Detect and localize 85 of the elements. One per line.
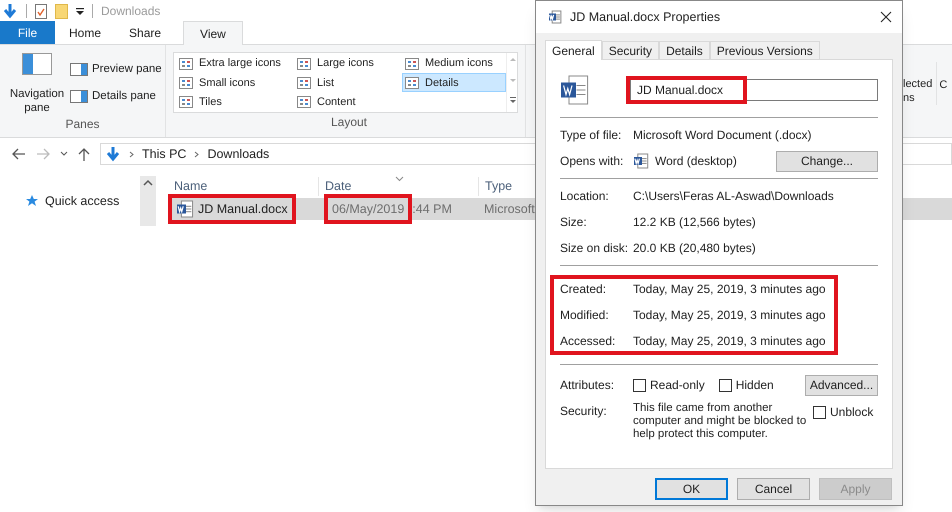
close-icon [880,11,892,23]
breadcrumb[interactable]: Downloads [207,144,270,164]
type-cell-text: Microsoft [483,200,535,218]
group-label: Layout [330,114,368,131]
checkbox[interactable]: Hidden [718,376,774,394]
pane-icon [70,90,88,104]
field-label: Size on disk: [560,240,630,257]
up-arrow-icon [78,148,90,160]
ribbon-button[interactable]: C [939,79,948,91]
field-label: Type of file: [560,127,622,144]
pane-icon [70,63,88,76]
ribbon-tab[interactable]: View [183,21,243,45]
ribbon-tab[interactable]: Share [115,21,176,44]
field-label: Created: [560,281,608,298]
download-arrow-icon [2,3,18,19]
pane-layout-icon [22,53,52,75]
back-icon [12,148,26,160]
navigation-pane-button[interactable]: Navigation pane [8,53,66,115]
ribbon-tab[interactable]: Home [55,21,116,44]
view-icon [179,58,193,70]
star-icon [25,194,39,208]
scrollbar[interactable] [140,176,156,226]
layout-option[interactable]: List [294,73,402,92]
view-icon [297,58,311,70]
folder-icon [55,4,68,18]
layout-option[interactable]: Tiles [176,92,294,112]
view-icon [297,96,311,108]
download-arrow-icon [105,146,121,162]
ribbon-tab[interactable]: File [0,21,55,44]
advanced-button[interactable]: Advanced... [805,374,878,396]
layout-option[interactable]: Extra large icons [176,54,294,73]
pane-button[interactable]: Details pane [70,88,162,106]
document-icon [176,200,194,218]
checkbox[interactable]: Unblock [813,403,874,421]
dialog-tab[interactable]: Security [602,41,660,59]
nav-item[interactable]: Quick access [25,192,140,211]
field-value: Today, May 25, 2019, 3 minutes ago [633,281,826,298]
dialog-title: JD Manual.docx Properties [570,8,722,26]
column-header[interactable]: Name [174,179,208,194]
forward-icon [36,148,50,160]
checkbox[interactable]: Read-only [633,376,705,394]
dialog-tab[interactable]: General [545,40,602,60]
view-icon [297,76,311,89]
pane-button[interactable]: Preview pane [70,61,162,78]
window-title: Downloads [101,3,160,20]
field-label: Security: [560,403,608,420]
document-icon [560,75,590,105]
file-name-cell: JD Manual.docx [168,194,296,224]
column-header[interactable]: Date [325,179,352,194]
field-value: Microsoft Word Document (.docx) [633,127,812,144]
chevron-down-icon [60,151,68,157]
security-message: This file came from another computer and might be blocked to help protect this computer. [633,402,808,441]
field-value: 20.0 KB (20,480 bytes) [633,240,756,257]
field-label: Modified: [560,307,610,324]
document-icon [548,10,562,24]
layout-option[interactable]: Content [294,92,402,112]
dialog-button[interactable]: OK [655,478,728,500]
breadcrumb[interactable]: This PC [142,144,186,164]
column-header[interactable]: Type [485,179,512,194]
chevron-right-icon [194,150,200,158]
field-label: Attributes: [560,377,616,394]
sort-chevron-icon [395,176,404,182]
layout-option[interactable]: Small icons [176,73,294,92]
group-label: Panes [64,116,101,133]
dialog-tab[interactable]: Previous Versions [710,41,820,59]
layout-option[interactable]: Large icons [294,54,402,73]
view-icon [179,96,193,108]
checklist-icon [35,4,47,18]
document-icon [633,153,649,169]
dialog-button[interactable]: Cancel [737,478,810,500]
ribbon-button[interactable]: lected ns [903,62,932,105]
layout-option[interactable]: Medium icons [402,54,506,73]
view-icon [405,76,419,89]
field-value: Today, May 25, 2019, 3 minutes ago [633,333,826,350]
time-text: :44 PM [412,200,452,218]
view-icon [405,58,419,70]
view-icon [179,76,193,89]
field-value: Today, May 25, 2019, 3 minutes ago [633,307,826,324]
chevron-right-icon [129,150,134,158]
dropdown-icon [76,7,84,15]
change-button[interactable]: Change... [776,150,878,172]
field-label: Accessed: [560,333,616,350]
date-cell: 06/May/2019 [324,194,412,224]
layout-option[interactable]: Details [402,73,506,92]
dialog-tab[interactable]: Details [659,41,710,59]
